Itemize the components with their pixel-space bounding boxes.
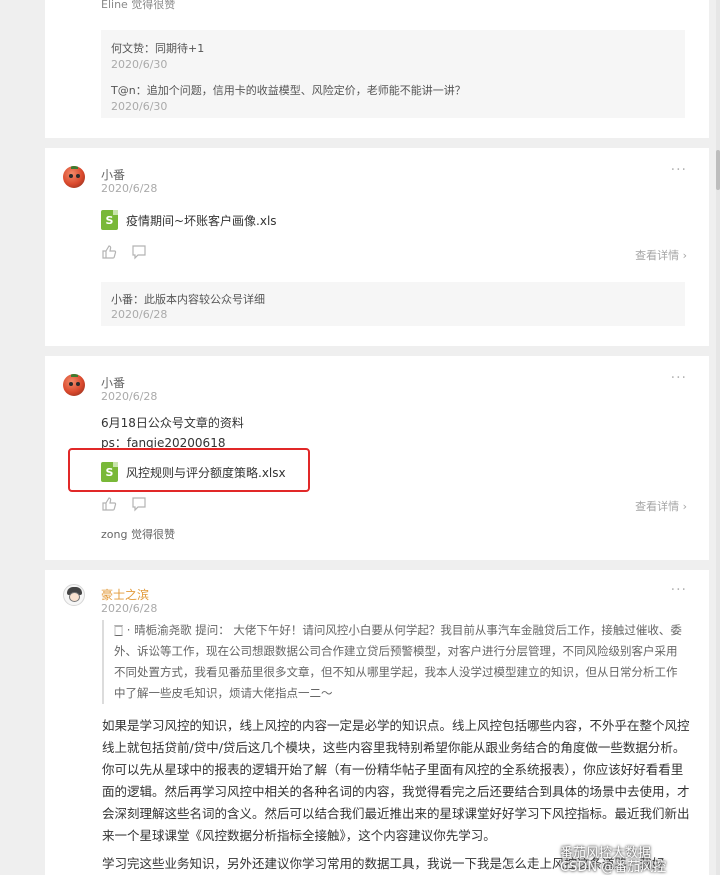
highlight-box [68, 448, 310, 492]
action-bar [101, 496, 147, 512]
more-options-icon[interactable]: ··· [671, 582, 687, 598]
author-name[interactable]: 豪士之滨 [101, 586, 149, 603]
spreadsheet-icon: S [101, 210, 118, 230]
author-name[interactable]: 小番 [101, 166, 125, 183]
like-icon[interactable] [101, 244, 117, 260]
post-date: 2020/6/28 [101, 182, 158, 195]
more-options-icon[interactable]: ··· [671, 370, 687, 386]
avatar[interactable] [63, 584, 85, 606]
file-name: 疫情期间~坏账客户画像.xls [126, 213, 277, 228]
answer-paragraph: 如果是学习风控的知识，线上风控的内容一定是必学的知识点。线上风控包括哪些内容，不… [102, 718, 690, 843]
reply-date: 2020/6/30 [111, 58, 168, 71]
more-options-icon[interactable]: ··· [671, 162, 687, 178]
attachment-file[interactable]: S 疫情期间~坏账客户画像.xls [101, 210, 277, 230]
like-icon[interactable] [101, 496, 117, 512]
view-detail-link[interactable]: 查看详情 › [635, 247, 687, 263]
post-date: 2020/6/28 [101, 390, 158, 403]
reply-date: 2020/6/30 [111, 100, 168, 113]
reply-text: 何文贽：同期待+1 [111, 42, 205, 55]
action-bar [101, 244, 147, 260]
question-quote: 🀆 · 晴栀渝尧歌 提问： 大佬下午好！请问风控小白要从何学起？我目前从事汽车金… [102, 620, 686, 704]
scrollbar-track[interactable] [716, 0, 720, 875]
post-date: 2020/6/28 [101, 602, 158, 615]
reply-text: 小番：此版本内容较公众号详细 [111, 293, 265, 306]
likes-text: Eline 觉得很赞 [101, 0, 176, 11]
avatar[interactable] [63, 374, 85, 396]
reply-box: 小番：此版本内容较公众号详细 2020/6/28 [101, 282, 685, 326]
reply-date: 2020/6/28 [111, 308, 168, 321]
reply-text: T@n：追加个问题，信用卡的收益模型、风险定价，老师能不能讲一讲？ [111, 84, 466, 97]
post-text-line: 6月18日公众号文章的资料 [101, 416, 244, 430]
watermark-line: CSDN @番茄风控 [560, 860, 667, 875]
post-card-2: 小番 2020/6/28 ··· S 疫情期间~坏账客户画像.xls 查看详情 … [45, 148, 709, 346]
author-name[interactable]: 小番 [101, 374, 125, 391]
avatar[interactable] [63, 166, 85, 188]
scrollbar-thumb[interactable] [716, 150, 720, 190]
view-detail-link[interactable]: 查看详情 › [635, 498, 687, 514]
comment-icon[interactable] [131, 496, 147, 512]
likes-text: zong 觉得很赞 [101, 528, 175, 541]
post-card-1: Eline 觉得很赞 何文贽：同期待+1 2020/6/30 T@n：追加个问题… [45, 0, 709, 138]
reply-box: 何文贽：同期待+1 2020/6/30 T@n：追加个问题，信用卡的收益模型、风… [101, 30, 685, 118]
comment-icon[interactable] [131, 244, 147, 260]
